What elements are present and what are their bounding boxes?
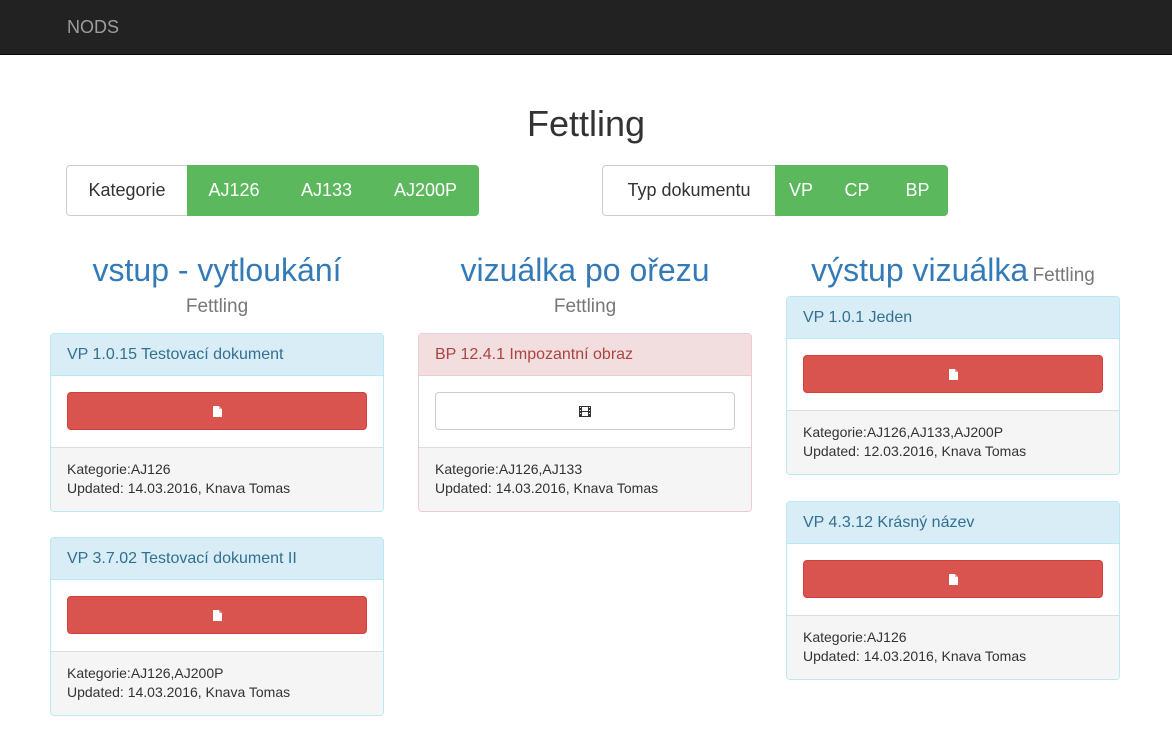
open-document-button[interactable] (803, 560, 1103, 598)
film-icon (579, 405, 591, 417)
filter-aj126-button[interactable]: AJ126 (187, 165, 281, 216)
panel-footer: Kategorie:AJ126,AJ200P Updated: 14.03.20… (51, 651, 383, 715)
document-panel: VP 1.0.15 Testovací dokument Kategorie:A… (50, 333, 384, 512)
kategorie-text: Kategorie:AJ126 (803, 629, 907, 645)
file-icon (948, 573, 958, 585)
typ-dokumentu-filter: Typ dokumentu VP CP BP (602, 165, 948, 216)
column-title: výstup vizuálka (811, 252, 1029, 288)
panel-heading[interactable]: BP 12.4.1 Impozantní obraz (419, 334, 751, 376)
file-icon (212, 405, 222, 417)
filter-aj133-button[interactable]: AJ133 (281, 165, 372, 216)
updated-text: Updated: 12.03.2016, Knava Tomas (803, 443, 1027, 459)
updated-text: Updated: 14.03.2016, Knava Tomas (67, 480, 291, 496)
updated-text: Updated: 14.03.2016, Knava Tomas (803, 648, 1027, 664)
document-panel: VP 4.3.12 Krásný název Kategorie:AJ126 U… (786, 501, 1120, 680)
column-title: vstup - vytloukání (92, 252, 342, 288)
page-title: Fettling (526, 103, 646, 144)
column-subtitle: Fettling (553, 296, 617, 317)
updated-text: Updated: 14.03.2016, Knava Tomas (435, 480, 659, 496)
open-document-button[interactable] (67, 392, 367, 430)
kategorie-filter: Kategorie AJ126 AJ133 AJ200P (66, 165, 479, 216)
document-panel: VP 1.0.1 Jeden Kategorie:AJ126,AJ133,AJ2… (786, 296, 1120, 475)
column-subtitle: Fettling (1032, 265, 1095, 286)
typ-dokumentu-label: Typ dokumentu (602, 165, 775, 216)
panel-heading[interactable]: VP 3.7.02 Testovací dokument II (51, 538, 383, 580)
panel-footer: Kategorie:AJ126 Updated: 14.03.2016, Kna… (51, 447, 383, 511)
kategorie-text: Kategorie:AJ126,AJ200P (67, 665, 224, 681)
updated-text: Updated: 14.03.2016, Knava Tomas (67, 684, 291, 700)
filter-aj200p-button[interactable]: AJ200P (372, 165, 479, 216)
filter-vp-button[interactable]: VP (775, 165, 827, 216)
file-icon (212, 609, 222, 621)
kategorie-text: Kategorie:AJ126,AJ133,AJ200P (803, 424, 1004, 440)
file-icon (948, 368, 958, 380)
top-navbar: NODS (0, 0, 1172, 55)
brand-link[interactable]: NODS (67, 17, 119, 37)
panel-footer: Kategorie:AJ126,AJ133 Updated: 14.03.201… (419, 447, 751, 511)
column-header-vizualka: vizuálka po ořezu Fettling (418, 252, 752, 318)
column-subtitle: Fettling (185, 296, 249, 317)
kategorie-text: Kategorie:AJ126 (67, 461, 171, 477)
panel-footer: Kategorie:AJ126 Updated: 14.03.2016, Kna… (787, 615, 1119, 679)
kategorie-text: Kategorie:AJ126,AJ133 (435, 461, 583, 477)
document-panel: VP 3.7.02 Testovací dokument II Kategori… (50, 537, 384, 716)
open-document-button[interactable] (803, 355, 1103, 393)
panel-heading[interactable]: VP 4.3.12 Krásný název (787, 502, 1119, 544)
panel-heading[interactable]: VP 1.0.15 Testovací dokument (51, 334, 383, 376)
document-panel: BP 12.4.1 Impozantní obraz Kategorie:AJ1… (418, 333, 752, 512)
panel-heading[interactable]: VP 1.0.1 Jeden (787, 297, 1119, 339)
open-video-button[interactable] (435, 392, 735, 430)
kategorie-label: Kategorie (66, 165, 187, 216)
column-header-vstup: vstup - vytloukání Fettling (50, 252, 384, 318)
filter-bp-button[interactable]: BP (887, 165, 948, 216)
column-header-vystup: výstup vizuálka Fettling (786, 252, 1120, 288)
panel-footer: Kategorie:AJ126,AJ133,AJ200P Updated: 12… (787, 410, 1119, 474)
open-document-button[interactable] (67, 596, 367, 634)
column-title: vizuálka po ořezu (460, 252, 710, 288)
filter-cp-button[interactable]: CP (827, 165, 887, 216)
